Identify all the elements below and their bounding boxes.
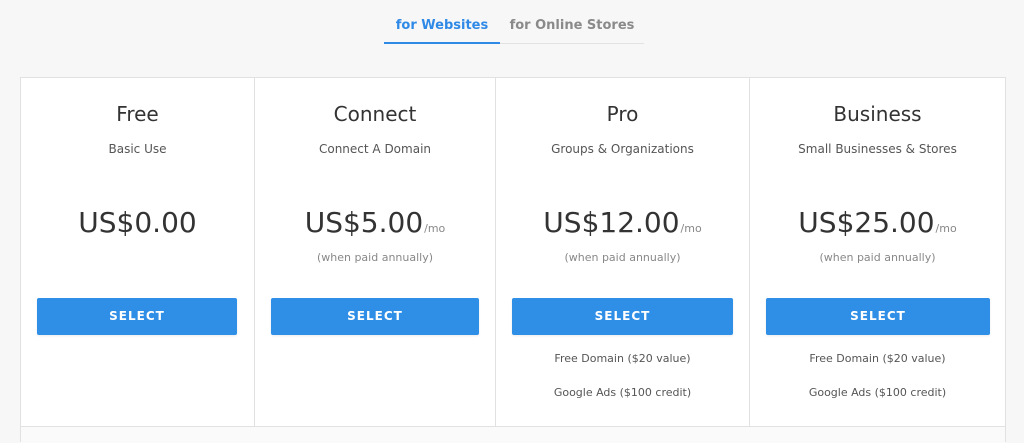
plan-price: US$0.00 [21,206,254,239]
pricing-plans: Free Basic Use US$0.00 SELECT Connect Co… [20,77,1006,443]
billing-note: (when paid annually) [819,251,936,264]
plan-card-connect: Connect Connect A Domain US$5.00/mo (whe… [254,78,495,426]
plan-price: US$25.00/mo [750,206,1005,239]
tab-for-online-stores[interactable]: for Online Stores [500,14,644,44]
select-business-button[interactable]: SELECT [766,298,990,335]
feature-free-domain: Free Domain ($20 value) [554,352,691,365]
plan-subtitle: Small Businesses & Stores [798,142,957,156]
plan-name: Connect [333,102,417,126]
plan-price: US$12.00/mo [496,206,749,239]
feature-google-ads: Google Ads ($100 credit) [808,386,947,399]
select-free-button[interactable]: SELECT [37,298,237,335]
price-period: /mo [680,222,702,235]
feature-google-ads: Google Ads ($100 credit) [553,386,692,399]
plan-name: Free [116,102,159,126]
plan-card-free: Free Basic Use US$0.00 SELECT [21,78,254,426]
select-pro-button[interactable]: SELECT [512,298,733,335]
plan-subtitle: Basic Use [108,142,167,156]
tab-for-websites[interactable]: for Websites [384,14,500,44]
billing-note: (when paid annually) [316,251,434,264]
plan-price: US$5.00/mo [255,206,495,239]
price-amount: US$5.00 [304,206,424,239]
billing-note: (when paid annually) [564,251,681,264]
plan-type-tabs: for Websites for Online Stores [384,14,644,44]
select-connect-button[interactable]: SELECT [271,298,479,335]
price-amount: US$25.00 [798,206,935,239]
feature-free-domain: Free Domain ($20 value) [809,352,946,365]
plan-card-business: Business Small Businesses & Stores US$25… [749,78,1005,426]
price-period: /mo [935,222,957,235]
plans-footer-divider [21,426,1005,443]
plan-name: Business [833,102,922,126]
plan-name: Pro [606,102,639,126]
plan-card-pro: Pro Groups & Organizations US$12.00/mo (… [495,78,749,426]
plan-subtitle: Connect A Domain [318,142,432,156]
price-amount: US$0.00 [78,206,197,239]
price-amount: US$12.00 [543,206,680,239]
price-period: /mo [424,222,446,235]
plan-subtitle: Groups & Organizations [551,142,694,156]
